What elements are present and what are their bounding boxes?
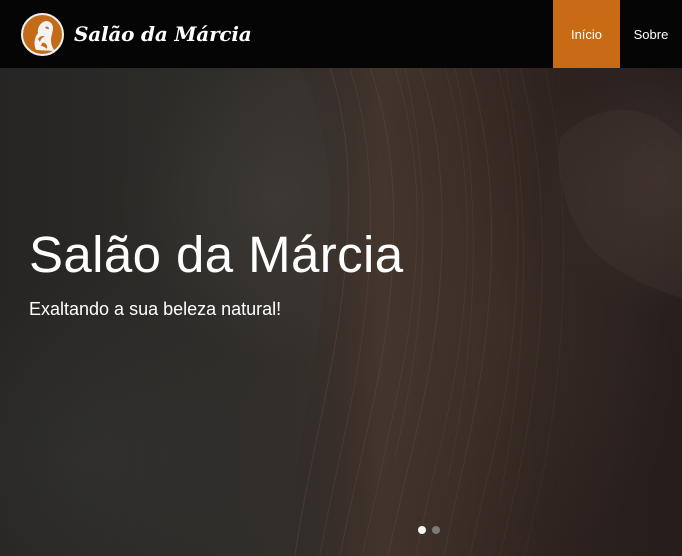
brand-home-link[interactable]: Salão da Márcia <box>21 12 252 56</box>
hero-subtitle: Exaltando a sua beleza natural! <box>29 299 282 319</box>
page: Salão da Márcia Início Sobre Salão da Má… <box>0 0 682 556</box>
carousel-indicator-1[interactable] <box>418 526 426 534</box>
carousel-indicator-2[interactable] <box>432 526 440 534</box>
nav-link-sobre[interactable]: Sobre <box>620 0 682 68</box>
hero-carousel: Salão da Márcia Exaltando a sua beleza n… <box>0 68 682 556</box>
top-navbar: Salão da Márcia Início Sobre <box>0 0 682 68</box>
brand-name: Salão da Márcia <box>74 22 252 46</box>
woman-profile-logo-icon <box>21 12 64 56</box>
carousel-indicators <box>418 526 440 536</box>
nav-link-inicio[interactable]: Início <box>553 0 620 68</box>
main-navigation: Início Sobre <box>553 0 682 68</box>
hero-title: Salão da Márcia <box>29 226 404 283</box>
